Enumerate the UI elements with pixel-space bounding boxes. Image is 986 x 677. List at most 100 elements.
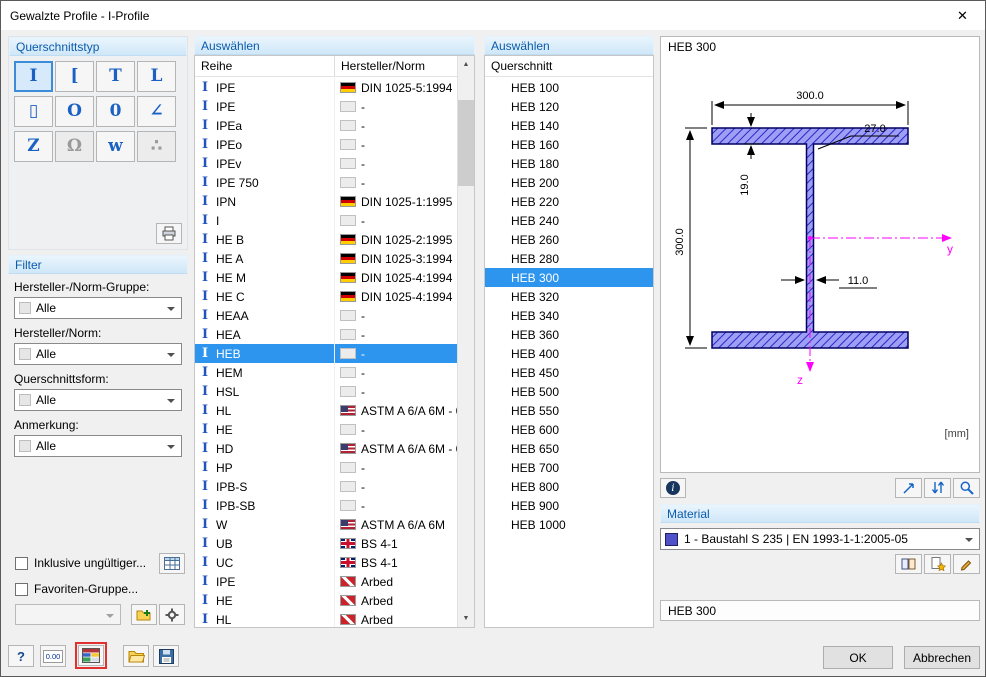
- series-row[interactable]: I IPE DIN 1025-5:1994: [195, 78, 457, 97]
- new-material-button[interactable]: [924, 554, 951, 574]
- invalid-table-button[interactable]: [159, 553, 185, 574]
- series-row[interactable]: I HE A DIN 1025-3:1994: [195, 249, 457, 268]
- filter-combobox[interactable]: Alle: [14, 389, 182, 411]
- series-row[interactable]: I W ASTM A 6/A 6M: [195, 515, 457, 534]
- printer-button[interactable]: [156, 223, 182, 244]
- size-row[interactable]: HEB 900: [485, 496, 653, 515]
- size-row[interactable]: HEB 500: [485, 382, 653, 401]
- filter-combobox[interactable]: Alle: [14, 435, 182, 457]
- scrollbar-thumb[interactable]: [458, 100, 474, 186]
- size-row[interactable]: HEB 360: [485, 325, 653, 344]
- section-type-button[interactable]: L: [137, 61, 176, 92]
- size-row[interactable]: HEB 240: [485, 211, 653, 230]
- chevron-down-icon[interactable]: [167, 353, 175, 361]
- series-row[interactable]: I HE M DIN 1025-4:1994: [195, 268, 457, 287]
- section-type-button[interactable]: T: [96, 61, 135, 92]
- series-row[interactable]: I HD ASTM A 6/A 6M - 07: [195, 439, 457, 458]
- size-row[interactable]: HEB 450: [485, 363, 653, 382]
- chevron-down-icon[interactable]: [106, 614, 114, 622]
- series-row[interactable]: I HSL -: [195, 382, 457, 401]
- column-querschnitt[interactable]: Querschnitt: [485, 59, 624, 73]
- info-button[interactable]: i: [660, 478, 686, 498]
- section-type-button[interactable]: Ω: [55, 131, 94, 162]
- close-icon[interactable]: ✕: [940, 1, 985, 30]
- chevron-down-icon[interactable]: [167, 399, 175, 407]
- size-row[interactable]: HEB 800: [485, 477, 653, 496]
- series-row[interactable]: I HEAA -: [195, 306, 457, 325]
- series-row[interactable]: I UC BS 4-1: [195, 553, 457, 572]
- favorites-group-combobox[interactable]: [15, 604, 121, 625]
- section-type-button[interactable]: Z: [14, 131, 53, 162]
- size-row[interactable]: HEB 600: [485, 420, 653, 439]
- series-row[interactable]: I HL Arbed: [195, 610, 457, 628]
- size-row[interactable]: HEB 100: [485, 78, 653, 97]
- series-row[interactable]: I UB BS 4-1: [195, 534, 457, 553]
- ok-button[interactable]: OK: [823, 646, 893, 669]
- series-row[interactable]: I IPN DIN 1025-1:1995: [195, 192, 457, 211]
- chevron-down-icon[interactable]: [965, 538, 973, 546]
- series-row[interactable]: I IPE 750 -: [195, 173, 457, 192]
- scroll-down-icon[interactable]: ▼: [458, 610, 474, 627]
- series-row[interactable]: I IPEv -: [195, 154, 457, 173]
- calculator-button[interactable]: 0.00: [40, 645, 66, 667]
- size-row[interactable]: HEB 340: [485, 306, 653, 325]
- size-row[interactable]: HEB 200: [485, 173, 653, 192]
- series-row[interactable]: I IPEo -: [195, 135, 457, 154]
- section-type-button[interactable]: [: [55, 61, 94, 92]
- size-row[interactable]: HEB 140: [485, 116, 653, 135]
- size-row[interactable]: HEB 260: [485, 230, 653, 249]
- favorites-checkbox[interactable]: [15, 583, 28, 596]
- new-favorites-group-button[interactable]: [131, 604, 157, 625]
- help-button[interactable]: ?: [8, 645, 34, 667]
- size-row[interactable]: HEB 120: [485, 97, 653, 116]
- size-row[interactable]: HEB 650: [485, 439, 653, 458]
- scroll-up-icon[interactable]: ▲: [458, 56, 474, 73]
- manage-favorites-button[interactable]: [159, 604, 185, 625]
- size-row[interactable]: HEB 700: [485, 458, 653, 477]
- flip-view-button[interactable]: [924, 478, 951, 498]
- material-library-button[interactable]: [895, 554, 922, 574]
- series-scrollbar[interactable]: ▲ ▼: [457, 56, 474, 627]
- include-invalid-checkbox[interactable]: [15, 557, 28, 570]
- section-type-button[interactable]: ▯: [14, 96, 53, 127]
- series-row[interactable]: I HP -: [195, 458, 457, 477]
- size-row[interactable]: HEB 280: [485, 249, 653, 268]
- dimensioning-button[interactable]: [895, 478, 922, 498]
- section-type-button[interactable]: 0: [96, 96, 135, 127]
- series-row[interactable]: I IPE Arbed: [195, 572, 457, 591]
- series-row[interactable]: I HE Arbed: [195, 591, 457, 610]
- chevron-down-icon[interactable]: [167, 445, 175, 453]
- save-button[interactable]: [153, 645, 179, 667]
- open-button[interactable]: [123, 645, 149, 667]
- series-row[interactable]: I HE C DIN 1025-4:1994: [195, 287, 457, 306]
- column-reihe[interactable]: Reihe: [195, 59, 334, 73]
- filter-combobox[interactable]: Alle: [14, 297, 182, 319]
- section-type-button[interactable]: ∴: [137, 131, 176, 162]
- filter-combobox[interactable]: Alle: [14, 343, 182, 365]
- size-row[interactable]: HEB 320: [485, 287, 653, 306]
- section-type-button[interactable]: O: [55, 96, 94, 127]
- section-name-field[interactable]: HEB 300: [660, 600, 980, 621]
- series-row[interactable]: I IPEa -: [195, 116, 457, 135]
- series-row[interactable]: I HEA -: [195, 325, 457, 344]
- cancel-button[interactable]: Abbrechen: [904, 646, 980, 669]
- section-type-button[interactable]: ∠: [137, 96, 176, 127]
- size-row[interactable]: HEB 160: [485, 135, 653, 154]
- series-row[interactable]: I HEB -: [195, 344, 457, 363]
- size-row[interactable]: HEB 180: [485, 154, 653, 173]
- material-combobox[interactable]: 1 - Baustahl S 235 | EN 1993-1-1:2005-05: [660, 528, 980, 550]
- series-row[interactable]: I HE B DIN 1025-2:1995: [195, 230, 457, 249]
- section-type-button[interactable]: w: [96, 131, 135, 162]
- size-row[interactable]: HEB 1000: [485, 515, 653, 534]
- series-row[interactable]: I HL ASTM A 6/A 6M - 07: [195, 401, 457, 420]
- units-settings-button[interactable]: [78, 645, 104, 666]
- chevron-down-icon[interactable]: [167, 307, 175, 315]
- series-row[interactable]: I HEM -: [195, 363, 457, 382]
- edit-material-button[interactable]: [953, 554, 980, 574]
- series-row[interactable]: I IPB-S -: [195, 477, 457, 496]
- series-row[interactable]: I IPB-SB -: [195, 496, 457, 515]
- series-row[interactable]: I HE -: [195, 420, 457, 439]
- section-type-button[interactable]: I: [14, 61, 53, 92]
- series-row[interactable]: I IPE -: [195, 97, 457, 116]
- zoom-button[interactable]: [953, 478, 980, 498]
